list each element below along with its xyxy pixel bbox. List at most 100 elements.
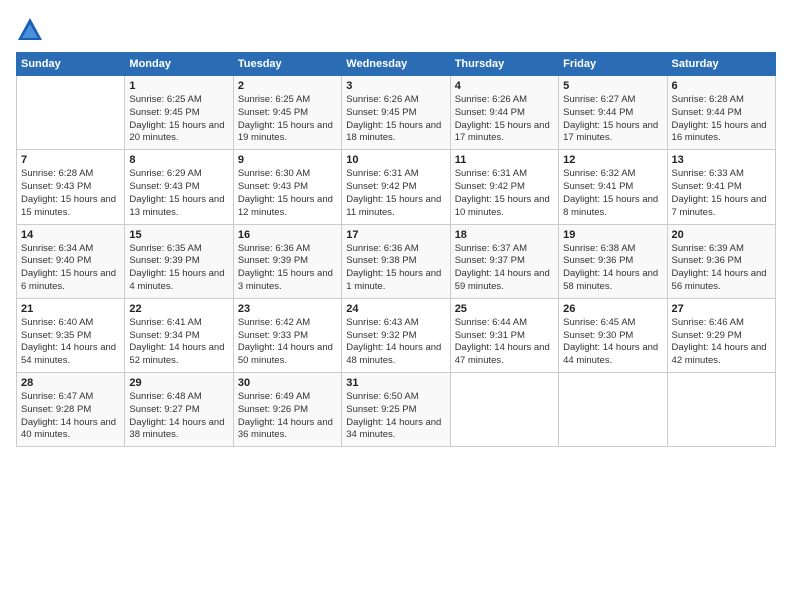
day-info: Sunrise: 6:28 AM Sunset: 9:44 PM Dayligh… xyxy=(672,94,771,145)
day-info: Sunrise: 6:40 AM Sunset: 9:35 PM Dayligh… xyxy=(21,317,120,368)
day-info: Sunrise: 6:35 AM Sunset: 9:39 PM Dayligh… xyxy=(129,243,228,294)
calendar-cell: 25Sunrise: 6:44 AM Sunset: 9:31 PM Dayli… xyxy=(450,298,558,372)
calendar-week-row: 21 Sunrise: 6:40 AM Sunset: 9:35 PM Dayli… xyxy=(17,298,776,372)
calendar-week-row: 1 Sunrise: 6:25 AM Sunset: 9:45 PM Daylig… xyxy=(17,76,776,150)
calendar-cell: 10Sunrise: 6:31 AM Sunset: 9:42 PM Dayli… xyxy=(342,150,450,224)
day-info: Sunrise: 6:41 AM Sunset: 9:34 PM Dayligh… xyxy=(129,317,228,368)
day-info: Sunrise: 6:49 AM Sunset: 9:26 PM Dayligh… xyxy=(238,391,337,442)
calendar-cell: 29Sunrise: 6:48 AM Sunset: 9:27 PM Dayli… xyxy=(125,373,233,447)
calendar-cell: 16 Sunrise: 6:36 AM Sunset: 9:39 PM Dayli… xyxy=(233,224,341,298)
day-number: 27 xyxy=(672,303,771,315)
calendar-cell xyxy=(17,76,125,150)
day-info: Sunrise: 6:25 AM Sunset: 9:45 PM Dayligh… xyxy=(129,94,228,145)
day-number: 26 xyxy=(563,303,662,315)
calendar-cell: 23 Sunrise: 6:42 AM Sunset: 9:33 PM Dayli… xyxy=(233,298,341,372)
day-number: 28 xyxy=(21,377,120,389)
day-number: 31 xyxy=(346,377,445,389)
calendar-cell: 5 Sunrise: 6:27 AM Sunset: 9:44 PM Daylig… xyxy=(559,76,667,150)
calendar-cell: 14 Sunrise: 6:34 AM Sunset: 9:40 PM Dayli… xyxy=(17,224,125,298)
day-number: 12 xyxy=(563,154,662,166)
calendar-cell: 21 Sunrise: 6:40 AM Sunset: 9:35 PM Dayli… xyxy=(17,298,125,372)
calendar-cell: 26 Sunrise: 6:45 AM Sunset: 9:30 PM Dayli… xyxy=(559,298,667,372)
calendar-cell: 24 Sunrise: 6:43 AM Sunset: 9:32 PM Dayli… xyxy=(342,298,450,372)
calendar-cell: 13Sunrise: 6:33 AM Sunset: 9:41 PM Dayli… xyxy=(667,150,775,224)
calendar-cell: 8Sunrise: 6:29 AM Sunset: 9:43 PM Daylig… xyxy=(125,150,233,224)
day-number: 25 xyxy=(455,303,554,315)
day-info: Sunrise: 6:33 AM Sunset: 9:41 PM Dayligh… xyxy=(672,168,771,219)
calendar-day-header: Thursday xyxy=(450,53,558,76)
calendar-day-header: Saturday xyxy=(667,53,775,76)
day-number: 20 xyxy=(672,229,771,241)
calendar-day-header: Wednesday xyxy=(342,53,450,76)
day-number: 2 xyxy=(238,80,337,92)
calendar-week-row: 14 Sunrise: 6:34 AM Sunset: 9:40 PM Dayli… xyxy=(17,224,776,298)
calendar-header-row: SundayMondayTuesdayWednesdayThursdayFrid… xyxy=(17,53,776,76)
calendar-day-header: Sunday xyxy=(17,53,125,76)
calendar-table: SundayMondayTuesdayWednesdayThursdayFrid… xyxy=(16,52,776,447)
calendar-cell xyxy=(450,373,558,447)
day-info: Sunrise: 6:27 AM Sunset: 9:44 PM Dayligh… xyxy=(563,94,662,145)
calendar-day-header: Monday xyxy=(125,53,233,76)
calendar-cell: 27Sunrise: 6:46 AM Sunset: 9:29 PM Dayli… xyxy=(667,298,775,372)
day-number: 19 xyxy=(563,229,662,241)
calendar-cell: 22 Sunrise: 6:41 AM Sunset: 9:34 PM Dayli… xyxy=(125,298,233,372)
calendar-week-row: 28 Sunrise: 6:47 AM Sunset: 9:28 PM Dayli… xyxy=(17,373,776,447)
day-number: 21 xyxy=(21,303,120,315)
calendar-cell: 20 Sunrise: 6:39 AM Sunset: 9:36 PM Dayli… xyxy=(667,224,775,298)
logo xyxy=(16,16,48,44)
calendar-cell: 9 Sunrise: 6:30 AM Sunset: 9:43 PM Daylig… xyxy=(233,150,341,224)
day-info: Sunrise: 6:45 AM Sunset: 9:30 PM Dayligh… xyxy=(563,317,662,368)
calendar-cell: 2 Sunrise: 6:25 AM Sunset: 9:45 PM Daylig… xyxy=(233,76,341,150)
day-info: Sunrise: 6:34 AM Sunset: 9:40 PM Dayligh… xyxy=(21,243,120,294)
day-info: Sunrise: 6:38 AM Sunset: 9:36 PM Dayligh… xyxy=(563,243,662,294)
calendar-cell: 19 Sunrise: 6:38 AM Sunset: 9:36 PM Dayli… xyxy=(559,224,667,298)
day-number: 24 xyxy=(346,303,445,315)
day-info: Sunrise: 6:31 AM Sunset: 9:42 PM Dayligh… xyxy=(455,168,554,219)
calendar-cell: 4Sunrise: 6:26 AM Sunset: 9:44 PM Daylig… xyxy=(450,76,558,150)
day-info: Sunrise: 6:50 AM Sunset: 9:25 PM Dayligh… xyxy=(346,391,445,442)
day-info: Sunrise: 6:26 AM Sunset: 9:45 PM Dayligh… xyxy=(346,94,445,145)
calendar-cell: 1 Sunrise: 6:25 AM Sunset: 9:45 PM Daylig… xyxy=(125,76,233,150)
calendar-cell: 3 Sunrise: 6:26 AM Sunset: 9:45 PM Daylig… xyxy=(342,76,450,150)
day-info: Sunrise: 6:36 AM Sunset: 9:39 PM Dayligh… xyxy=(238,243,337,294)
day-info: Sunrise: 6:42 AM Sunset: 9:33 PM Dayligh… xyxy=(238,317,337,368)
calendar-cell: 15 Sunrise: 6:35 AM Sunset: 9:39 PM Dayli… xyxy=(125,224,233,298)
day-number: 5 xyxy=(563,80,662,92)
day-number: 6 xyxy=(672,80,771,92)
logo-icon xyxy=(16,16,44,44)
day-info: Sunrise: 6:29 AM Sunset: 9:43 PM Dayligh… xyxy=(129,168,228,219)
day-number: 1 xyxy=(129,80,228,92)
calendar-cell: 11Sunrise: 6:31 AM Sunset: 9:42 PM Dayli… xyxy=(450,150,558,224)
page-container: SundayMondayTuesdayWednesdayThursdayFrid… xyxy=(0,0,792,457)
calendar-cell xyxy=(667,373,775,447)
day-info: Sunrise: 6:47 AM Sunset: 9:28 PM Dayligh… xyxy=(21,391,120,442)
day-number: 30 xyxy=(238,377,337,389)
day-number: 17 xyxy=(346,229,445,241)
day-info: Sunrise: 6:26 AM Sunset: 9:44 PM Dayligh… xyxy=(455,94,554,145)
day-number: 22 xyxy=(129,303,228,315)
day-number: 9 xyxy=(238,154,337,166)
calendar-cell: 30 Sunrise: 6:49 AM Sunset: 9:26 PM Dayli… xyxy=(233,373,341,447)
calendar-week-row: 7Sunrise: 6:28 AM Sunset: 9:43 PM Daylig… xyxy=(17,150,776,224)
calendar-cell: 12 Sunrise: 6:32 AM Sunset: 9:41 PM Dayli… xyxy=(559,150,667,224)
header xyxy=(16,16,776,44)
day-info: Sunrise: 6:25 AM Sunset: 9:45 PM Dayligh… xyxy=(238,94,337,145)
day-info: Sunrise: 6:28 AM Sunset: 9:43 PM Dayligh… xyxy=(21,168,120,219)
day-info: Sunrise: 6:43 AM Sunset: 9:32 PM Dayligh… xyxy=(346,317,445,368)
day-number: 14 xyxy=(21,229,120,241)
day-number: 18 xyxy=(455,229,554,241)
calendar-day-header: Tuesday xyxy=(233,53,341,76)
day-number: 3 xyxy=(346,80,445,92)
day-info: Sunrise: 6:30 AM Sunset: 9:43 PM Dayligh… xyxy=(238,168,337,219)
day-number: 15 xyxy=(129,229,228,241)
day-number: 23 xyxy=(238,303,337,315)
day-info: Sunrise: 6:37 AM Sunset: 9:37 PM Dayligh… xyxy=(455,243,554,294)
day-number: 16 xyxy=(238,229,337,241)
calendar-cell: 28 Sunrise: 6:47 AM Sunset: 9:28 PM Dayli… xyxy=(17,373,125,447)
day-info: Sunrise: 6:31 AM Sunset: 9:42 PM Dayligh… xyxy=(346,168,445,219)
day-info: Sunrise: 6:32 AM Sunset: 9:41 PM Dayligh… xyxy=(563,168,662,219)
calendar-cell: 18 Sunrise: 6:37 AM Sunset: 9:37 PM Dayli… xyxy=(450,224,558,298)
day-info: Sunrise: 6:39 AM Sunset: 9:36 PM Dayligh… xyxy=(672,243,771,294)
calendar-cell: 31 Sunrise: 6:50 AM Sunset: 9:25 PM Dayli… xyxy=(342,373,450,447)
calendar-cell xyxy=(559,373,667,447)
